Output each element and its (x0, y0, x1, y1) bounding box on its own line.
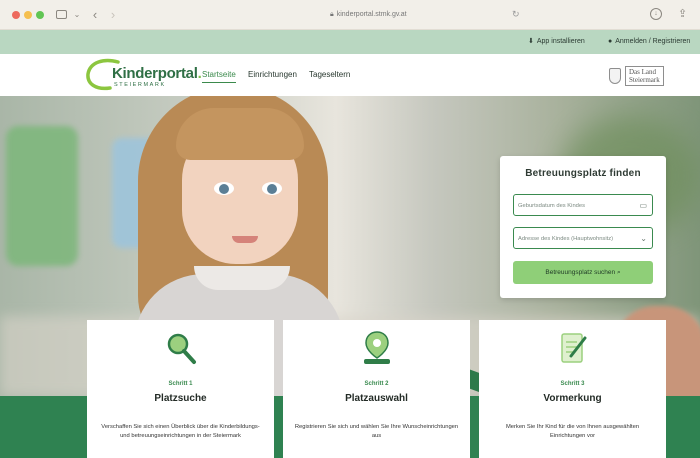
step-text: Registrieren Sie sich und wählen Sie Ihr… (294, 424, 459, 439)
address-input[interactable]: Adresse des Kindes (Hauptwohnsitz) ⌄ (513, 227, 653, 249)
birthdate-placeholder: Geburtsdatum des Kindes (518, 203, 586, 209)
forward-button[interactable]: › (108, 8, 118, 22)
step-text: Verschaffen Sie sich einen Überblick übe… (101, 424, 260, 439)
user-icon: ● (608, 38, 613, 45)
magnifier-icon (167, 333, 196, 364)
step-title: Platzauswahl (345, 393, 408, 404)
minimize-window-button[interactable] (24, 11, 32, 19)
back-button[interactable]: ‹ (90, 8, 100, 22)
step-text: Merken Sie Ihr Kind für die von Ihnen au… (505, 424, 640, 439)
logo-wordmark: Kinderportal. (112, 65, 202, 82)
step-label: Schritt 1 (168, 381, 193, 387)
search-button[interactable]: Betreuungsplatz suchen ⌕ (513, 261, 653, 284)
chevron-down-icon[interactable]: ⌄ (640, 228, 647, 250)
search-card: Betreuungsplatz finden Geburtsdatum des … (500, 156, 666, 298)
land-steiermark-text: Das Land Steiermark (625, 66, 664, 86)
calendar-icon[interactable]: ▭ (639, 195, 647, 217)
reload-icon[interactable]: ↻ (512, 9, 520, 20)
lock-icon: 🔒︎ (330, 11, 334, 18)
download-icon: ⬇︎ (528, 38, 534, 45)
step-title: Platzsuche (154, 393, 207, 404)
login-link[interactable]: ● Anmelden / Registrieren (608, 30, 690, 54)
maximize-window-button[interactable] (36, 11, 44, 19)
step-title: Vormerkung (543, 393, 602, 404)
site-header: Kinderportal. STEIERMARK Startseite Einr… (0, 54, 700, 96)
land-steiermark-logo[interactable]: Das Land Steiermark (609, 64, 664, 88)
birthdate-input[interactable]: Geburtsdatum des Kindes ▭ (513, 194, 653, 216)
kinderportal-logo[interactable]: Kinderportal. STEIERMARK (84, 58, 202, 92)
document-pen-icon (561, 333, 587, 363)
nav-tageseltern[interactable]: Tageseltern (309, 70, 350, 79)
search-icon: ⌕ (616, 269, 621, 276)
nav-einrichtungen[interactable]: Einrichtungen (248, 70, 297, 79)
app-install-link[interactable]: ⬇︎ App installieren (528, 30, 585, 54)
browser-toolbar: ⌄ ‹ › 🔒︎ kinderportal.stmk.gv.at ↻ ↓ ⇪ (0, 0, 700, 30)
sidebar-toggle-icon[interactable] (56, 8, 70, 22)
close-window-button[interactable] (12, 11, 20, 19)
search-title: Betreuungsplatz finden (525, 168, 641, 179)
logo-subtitle: STEIERMARK (114, 82, 166, 88)
address-url: kinderportal.stmk.gv.at (336, 11, 407, 18)
utility-bar: ⬇︎ App installieren ● Anmelden / Registr… (0, 30, 700, 54)
nav-startseite[interactable]: Startseite (202, 70, 236, 83)
search-button-label: Betreuungsplatz suchen (545, 269, 616, 276)
step-card-platzauswahl: Schritt 2 Platzauswahl Registrieren Sie … (283, 320, 470, 458)
address-bar[interactable]: 🔒︎ kinderportal.stmk.gv.at (330, 9, 407, 21)
login-label: Anmelden / Registrieren (615, 38, 691, 45)
step-card-platzsuche: Schritt 1 Platzsuche Verschaffen Sie sic… (87, 320, 274, 458)
app-install-label: App installieren (536, 38, 585, 45)
chevron-down-icon[interactable]: ⌄ (73, 8, 81, 22)
step-card-vormerkung: Schritt 3 Vormerkung Merken Sie Ihr Kind… (479, 320, 666, 458)
location-pin-icon (364, 331, 390, 364)
address-placeholder: Adresse des Kindes (Hauptwohnsitz) (518, 236, 614, 242)
share-icon[interactable]: ⇪ (678, 7, 687, 20)
step-label: Schritt 2 (364, 381, 389, 387)
coat-of-arms-icon (609, 68, 621, 84)
step-label: Schritt 3 (560, 381, 585, 387)
download-icon[interactable]: ↓ (650, 8, 662, 20)
